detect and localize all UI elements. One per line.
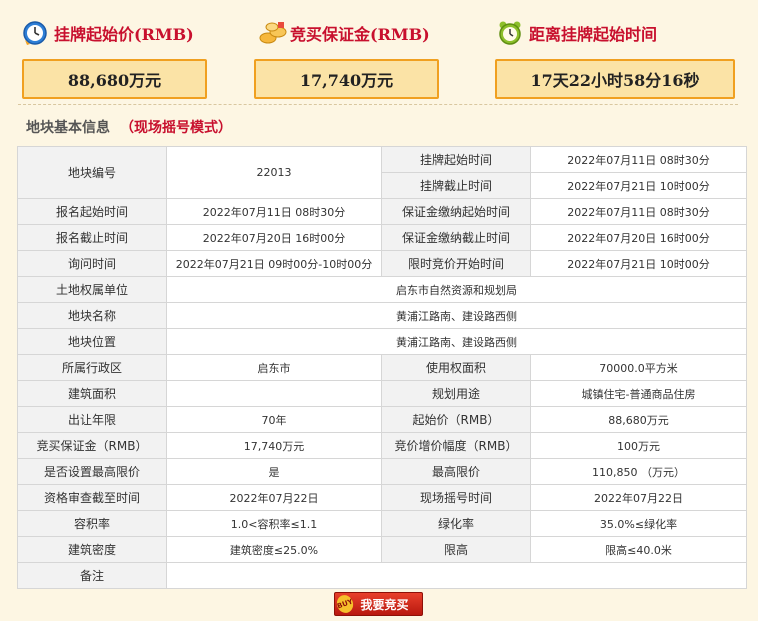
start-price-cell: 88,680万元 [530, 406, 747, 433]
buy-badge-icon: BUY [334, 592, 356, 616]
signup-end-label: 报名截止时间 [17, 224, 167, 251]
table-row: 土地权属单位 启东市自然资源和规划局 [17, 276, 747, 303]
deposit-start-value: 2022年07月11日 08时30分 [530, 198, 747, 225]
table-row: 资格审查截至时间 2022年07月22日 现场摇号时间 2022年07月22日 [17, 484, 747, 511]
parcel-name-value: 黄浦江路南、建设路西侧 [166, 302, 747, 329]
timed-bid-start-value: 2022年07月21日 10时00分 [530, 250, 747, 277]
table-row: 报名截止时间 2022年07月20日 16时00分 保证金缴纳截止时间 2022… [17, 224, 747, 251]
district-label: 所属行政区 [17, 354, 167, 381]
location-label: 地块位置 [17, 328, 167, 355]
inquiry-time-label: 询问时间 [17, 250, 167, 277]
term-value: 70年 [166, 406, 382, 433]
divider [18, 104, 738, 105]
alarm-clock-icon [497, 20, 523, 46]
density-value: 建筑密度≤25.0% [166, 536, 382, 563]
table-row: 报名起始时间 2022年07月11日 08时30分 保证金缴纳起始时间 2022… [17, 198, 747, 225]
build-area-label: 建筑面积 [17, 380, 167, 407]
deposit-label: 竞买保证金（RMB） [17, 432, 167, 459]
table-row: 地块名称 黄浦江路南、建设路西侧 [17, 302, 747, 329]
table-row: 容积率 1.0<容积率≤1.1 绿化率 35.0%≤绿化率 [17, 510, 747, 537]
height-label: 限高 [381, 536, 531, 563]
inquiry-time-value: 2022年07月21日 09时00分-10时00分 [166, 250, 382, 277]
lottery-time-label: 现场摇号时间 [381, 484, 531, 511]
planned-use-value: 城镇住宅-普通商品住房 [530, 380, 747, 407]
start-price-title: 挂牌起始价(RMB) [54, 25, 194, 44]
owner-label: 土地权属单位 [17, 276, 167, 303]
deposit-end-value: 2022年07月20日 16时00分 [530, 224, 747, 251]
deposit-value: 17,740万元 [254, 59, 439, 99]
coins-icon [258, 20, 287, 46]
far-label: 容积率 [17, 510, 167, 537]
deposit-end-label: 保证金缴纳截止时间 [381, 224, 531, 251]
buy-button[interactable]: BUY 我要竞买 [334, 592, 423, 616]
section-mode: （现场摇号模式） [120, 120, 232, 136]
district-value: 启东市 [166, 354, 382, 381]
table-row: 建筑面积 规划用途 城镇住宅-普通商品住房 [17, 380, 747, 407]
listing-end-value: 2022年07月21日 10时00分 [530, 172, 747, 199]
deposit-header: 竞买保证金(RMB) [258, 18, 430, 48]
table-row: 备注 [17, 562, 747, 589]
use-area-label: 使用权面积 [381, 354, 531, 381]
planned-use-label: 规划用途 [381, 380, 531, 407]
signup-end-value: 2022年07月20日 16时00分 [166, 224, 382, 251]
listing-start-label: 挂牌起始时间 [381, 146, 531, 173]
term-label: 出让年限 [17, 406, 167, 433]
table-row: 所属行政区 启东市 使用权面积 70000.0平方米 [17, 354, 747, 381]
far-value: 1.0<容积率≤1.1 [166, 510, 382, 537]
countdown-header: 距离挂牌起始时间 [497, 18, 657, 48]
table-row: 竞买保证金（RMB） 17,740万元 竞价增价幅度（RMB） 100万元 [17, 432, 747, 459]
lottery-time-value: 2022年07月22日 [530, 484, 747, 511]
density-label: 建筑密度 [17, 536, 167, 563]
deposit-cell: 17,740万元 [166, 432, 382, 459]
parcel-no-label: 地块编号 [17, 146, 167, 199]
height-value: 限高≤40.0米 [530, 536, 747, 563]
section-heading: 地块基本信息 （现场摇号模式） [26, 117, 232, 137]
review-deadline-value: 2022年07月22日 [166, 484, 382, 511]
start-price-value: 88,680万元 [22, 59, 207, 99]
clock-icon [22, 20, 48, 46]
green-label: 绿化率 [381, 510, 531, 537]
owner-value: 启东市自然资源和规划局 [166, 276, 747, 303]
has-cap-value: 是 [166, 458, 382, 485]
parcel-info-table: 地块编号 22013 挂牌起始时间 2022年07月11日 08时30分 挂牌截… [17, 146, 747, 589]
table-row: 地块位置 黄浦江路南、建设路西侧 [17, 328, 747, 355]
parcel-name-label: 地块名称 [17, 302, 167, 329]
start-price-label: 起始价（RMB） [381, 406, 531, 433]
listing-end-label: 挂牌截止时间 [381, 172, 531, 199]
deposit-title: 竞买保证金(RMB) [290, 25, 430, 44]
countdown-value: 17天22小时58分16秒 [495, 59, 735, 99]
cap-price-value: 110,850 （万元） [530, 458, 747, 485]
location-value: 黄浦江路南、建设路西侧 [166, 328, 747, 355]
cap-price-label: 最高限价 [381, 458, 531, 485]
increment-label: 竞价增价幅度（RMB） [381, 432, 531, 459]
signup-start-label: 报名起始时间 [17, 198, 167, 225]
green-value: 35.0%≤绿化率 [530, 510, 747, 537]
table-row: 是否设置最高限价 是 最高限价 110,850 （万元） [17, 458, 747, 485]
remarks-value [166, 562, 747, 589]
deposit-start-label: 保证金缴纳起始时间 [381, 198, 531, 225]
buy-button-label: 我要竞买 [360, 597, 409, 612]
table-row: 建筑密度 建筑密度≤25.0% 限高 限高≤40.0米 [17, 536, 747, 563]
remarks-label: 备注 [17, 562, 167, 589]
listing-start-value: 2022年07月11日 08时30分 [530, 146, 747, 173]
parcel-no-value: 22013 [166, 146, 382, 199]
signup-start-value: 2022年07月11日 08时30分 [166, 198, 382, 225]
section-title: 地块基本信息 [26, 120, 110, 136]
summary-bar: 挂牌起始价(RMB) 88,680万元 竞买保证金(RMB) 17,740万元 [0, 0, 758, 104]
timed-bid-start-label: 限时竞价开始时间 [381, 250, 531, 277]
table-row: 询问时间 2022年07月21日 09时00分-10时00分 限时竞价开始时间 … [17, 250, 747, 277]
build-area-value [166, 380, 382, 407]
countdown-title: 距离挂牌起始时间 [529, 25, 658, 44]
increment-value: 100万元 [530, 432, 747, 459]
table-row: 地块编号 22013 挂牌起始时间 2022年07月11日 08时30分 [17, 146, 747, 199]
has-cap-label: 是否设置最高限价 [17, 458, 167, 485]
use-area-value: 70000.0平方米 [530, 354, 747, 381]
table-row: 出让年限 70年 起始价（RMB） 88,680万元 [17, 406, 747, 433]
start-price-header: 挂牌起始价(RMB) [22, 18, 194, 48]
review-deadline-label: 资格审查截至时间 [17, 484, 167, 511]
